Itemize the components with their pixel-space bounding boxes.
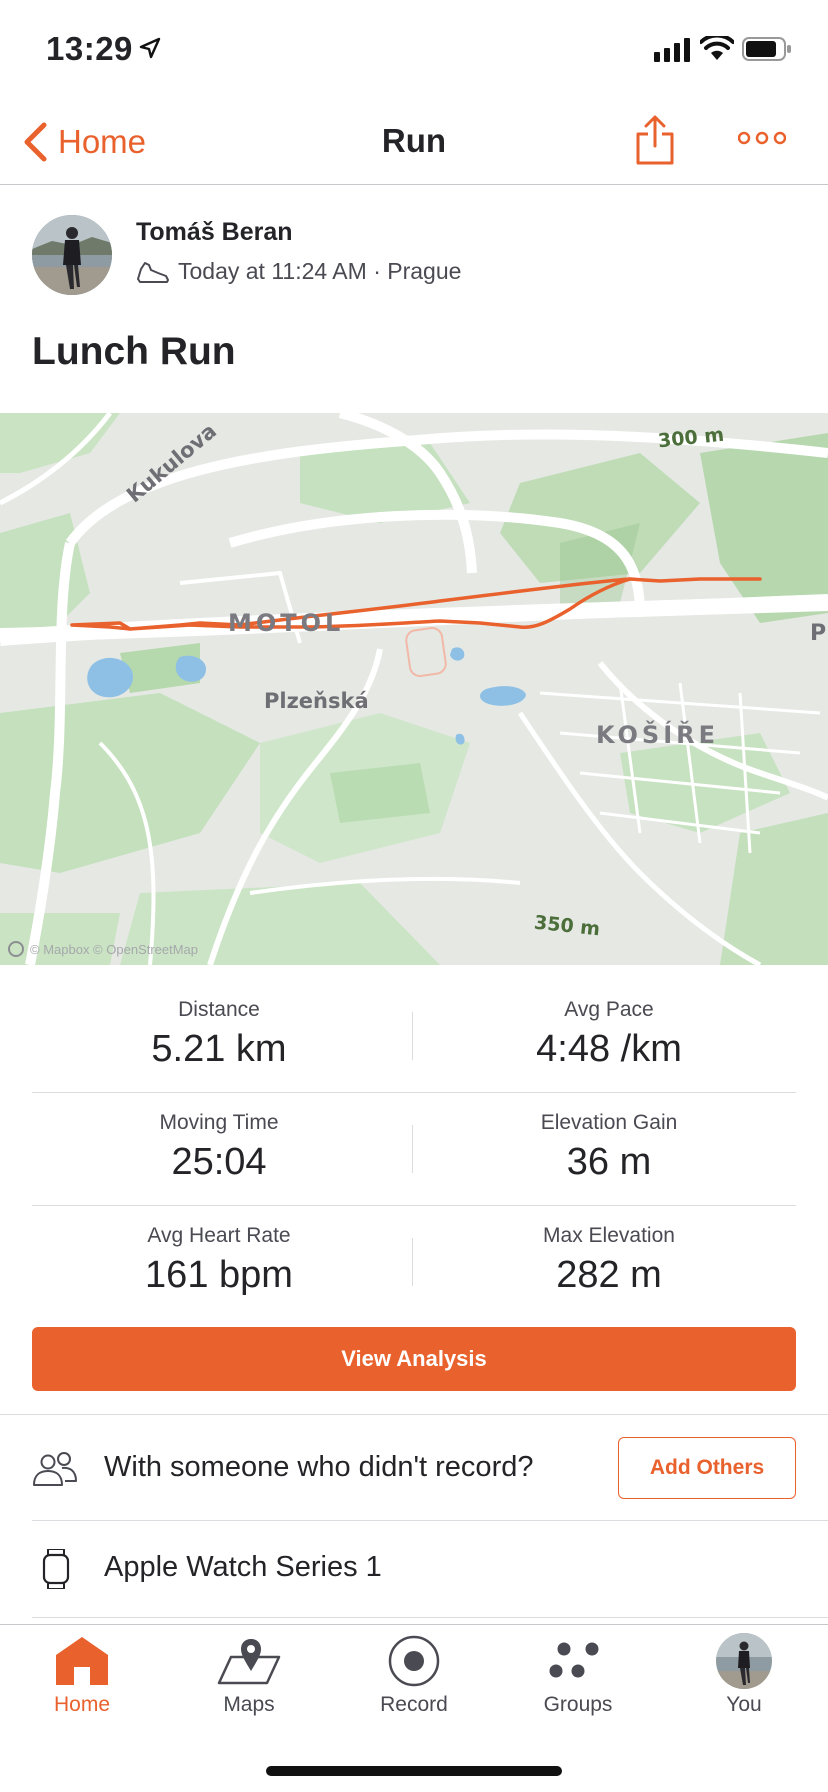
stat-row: Distance 5.21 km Avg Pace 4:48 /km	[32, 980, 796, 1093]
location-arrow-icon	[139, 37, 161, 59]
stat-avg-pace: Avg Pace 4:48 /km	[422, 998, 796, 1071]
map-label-plzenska: Plzeňská	[264, 689, 369, 713]
map-background	[0, 413, 828, 965]
info-icon[interactable]	[8, 941, 24, 957]
activity-title: Lunch Run	[32, 330, 236, 373]
stat-row: Avg Heart Rate 161 bpm Max Elevation 282…	[32, 1206, 796, 1319]
back-button[interactable]: Home	[22, 120, 146, 164]
wifi-icon	[700, 36, 734, 60]
tab-label: Groups	[543, 1693, 613, 1716]
stat-moving-time: Moving Time 25:04	[32, 1111, 406, 1184]
cellular-signal-icon	[654, 38, 690, 62]
nav-bar: Home Run	[0, 100, 828, 185]
athlete-name[interactable]: Tomáš Beran	[136, 218, 293, 247]
stat-distance: Distance 5.21 km	[32, 998, 406, 1071]
map-label-kosire: KOŠÍŘE	[596, 721, 720, 749]
view-analysis-button[interactable]: View Analysis	[32, 1327, 796, 1391]
tab-label: Record	[380, 1693, 448, 1716]
profile-avatar	[716, 1633, 772, 1689]
stat-elevation-gain: Elevation Gain 36 m	[422, 1111, 796, 1184]
groups-icon	[549, 1642, 599, 1678]
stat-value: 282 m	[556, 1254, 662, 1296]
tab-label: You	[726, 1693, 762, 1716]
map-attribution-text: © Mapbox © OpenStreetMap	[30, 941, 199, 957]
stat-value: 25:04	[171, 1141, 267, 1183]
stat-value: 4:48 /km	[536, 1028, 682, 1070]
more-options-icon[interactable]	[738, 126, 786, 150]
running-shoe-icon	[137, 261, 169, 283]
stat-label: Distance	[178, 998, 260, 1021]
route-map[interactable]: MOTOL KOŠÍŘE Kukulova Plzeňská 300 m 350…	[0, 413, 828, 965]
stat-label: Elevation Gain	[540, 1111, 678, 1134]
back-label: Home	[58, 123, 147, 160]
home-indicator	[266, 1766, 562, 1776]
stat-divider	[412, 1125, 413, 1173]
stat-value: 36 m	[566, 1141, 652, 1183]
chevron-left-icon	[24, 122, 47, 162]
device-name: Apple Watch Series 1	[104, 1551, 382, 1583]
stat-label: Moving Time	[159, 1111, 279, 1134]
tab-label: Home	[53, 1693, 111, 1716]
stat-label: Max Elevation	[543, 1224, 675, 1247]
record-icon	[388, 1635, 440, 1687]
tab-you[interactable]: You	[684, 1631, 804, 1717]
activity-meta: Today at 11:24 AM · Prague	[136, 258, 461, 285]
stat-value: 161 bpm	[145, 1254, 293, 1296]
people-icon	[33, 1452, 77, 1486]
add-others-prompt: With someone who didn't record?	[104, 1451, 534, 1483]
maps-icon	[217, 1639, 281, 1685]
watch-icon	[42, 1549, 70, 1589]
battery-icon	[742, 37, 791, 61]
device-row[interactable]: Apple Watch Series 1	[0, 1521, 828, 1617]
stat-row: Moving Time 25:04 Elevation Gain 36 m	[32, 1093, 796, 1206]
athlete-avatar[interactable]	[32, 215, 112, 295]
stat-label: Avg Pace	[564, 998, 654, 1021]
activity-stats: Distance 5.21 km Avg Pace 4:48 /km Movin…	[32, 980, 796, 1319]
tab-groups[interactable]: Groups	[518, 1631, 638, 1717]
add-others-row: With someone who didn't record? Add Othe…	[0, 1415, 828, 1520]
tab-label: Maps	[223, 1693, 275, 1716]
stat-avg-heart-rate: Avg Heart Rate 161 bpm	[32, 1224, 406, 1297]
status-time: 13:29	[46, 30, 133, 67]
row-divider	[32, 1617, 828, 1618]
tab-maps[interactable]: Maps	[189, 1631, 309, 1717]
map-label-edge: P	[810, 621, 827, 646]
map-label-motol: MOTOL	[228, 609, 345, 637]
add-others-button[interactable]: Add Others	[618, 1437, 796, 1499]
status-bar: 13:29	[0, 0, 828, 100]
stat-label: Avg Heart Rate	[147, 1224, 291, 1247]
tab-record[interactable]: Record	[354, 1631, 474, 1717]
map-attribution[interactable]: © Mapbox © OpenStreetMap	[8, 941, 198, 957]
tab-home[interactable]: Home	[22, 1631, 142, 1717]
activity-meta-text: Today at 11:24 AM · Prague	[178, 258, 462, 284]
home-icon	[56, 1637, 108, 1685]
stat-divider	[412, 1238, 413, 1286]
stat-value: 5.21 km	[151, 1028, 287, 1070]
share-icon[interactable]	[634, 114, 676, 166]
stat-max-elevation: Max Elevation 282 m	[422, 1224, 796, 1297]
stat-divider	[412, 1012, 413, 1060]
